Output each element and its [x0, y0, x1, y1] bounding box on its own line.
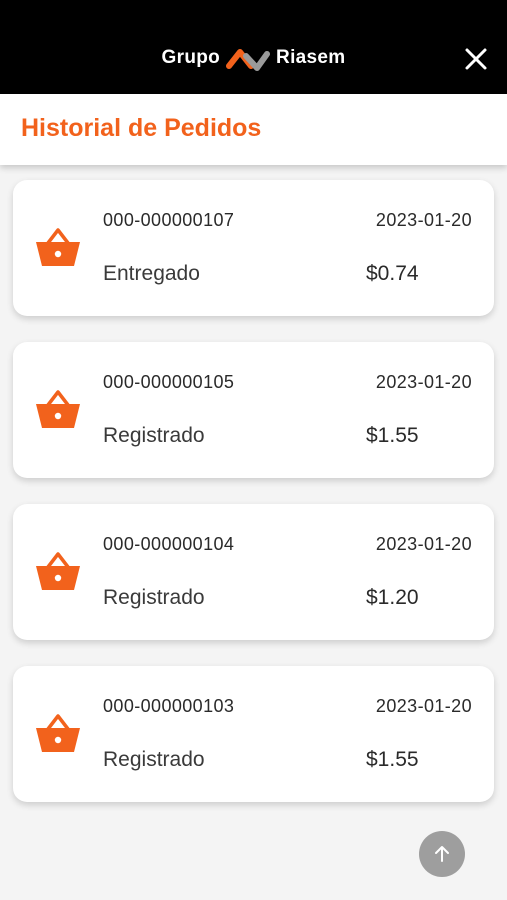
order-status: Registrado	[103, 748, 205, 771]
order-number: 000-000000104	[103, 534, 235, 554]
basket-icon	[36, 390, 80, 428]
basket-icon	[36, 228, 80, 266]
basket-icon	[36, 552, 80, 590]
close-icon[interactable]	[463, 46, 489, 72]
top-bar: Grupo Riasem	[0, 0, 507, 94]
arrow-up-icon	[435, 846, 449, 862]
order-status: Entregado	[103, 262, 200, 285]
order-card[interactable]: 000-000000107 2023-01-20 Entregado $0.74	[13, 180, 494, 316]
order-total: $1.55	[366, 748, 419, 771]
order-total: $1.55	[366, 424, 419, 447]
order-total: $0.74	[366, 262, 419, 285]
scroll-to-top-button[interactable]	[419, 831, 465, 877]
order-card[interactable]: 000-000000105 2023-01-20 Registrado $1.5…	[13, 342, 494, 478]
brand-logo: Grupo Riasem	[0, 44, 507, 72]
order-status: Registrado	[103, 586, 205, 609]
basket-icon	[36, 714, 80, 752]
order-card[interactable]: 000-000000103 2023-01-20 Registrado $1.5…	[13, 666, 494, 802]
order-date: 2023-01-20	[375, 696, 472, 716]
order-date: 2023-01-20	[375, 534, 472, 554]
page-title: Historial de Pedidos	[21, 114, 262, 142]
order-date: 2023-01-20	[375, 210, 472, 230]
brand-name-left: Grupo	[161, 47, 221, 68]
page-header: Historial de Pedidos	[0, 94, 507, 165]
order-total: $1.20	[366, 586, 419, 609]
riasem-logo-icon	[226, 49, 271, 71]
order-number: 000-000000103	[103, 696, 235, 716]
order-status: Registrado	[103, 424, 205, 447]
order-card[interactable]: 000-000000104 2023-01-20 Registrado $1.2…	[13, 504, 494, 640]
order-date: 2023-01-20	[375, 372, 472, 392]
order-number: 000-000000105	[103, 372, 235, 392]
order-number: 000-000000107	[103, 210, 235, 230]
brand-name-right: Riasem	[276, 47, 346, 68]
